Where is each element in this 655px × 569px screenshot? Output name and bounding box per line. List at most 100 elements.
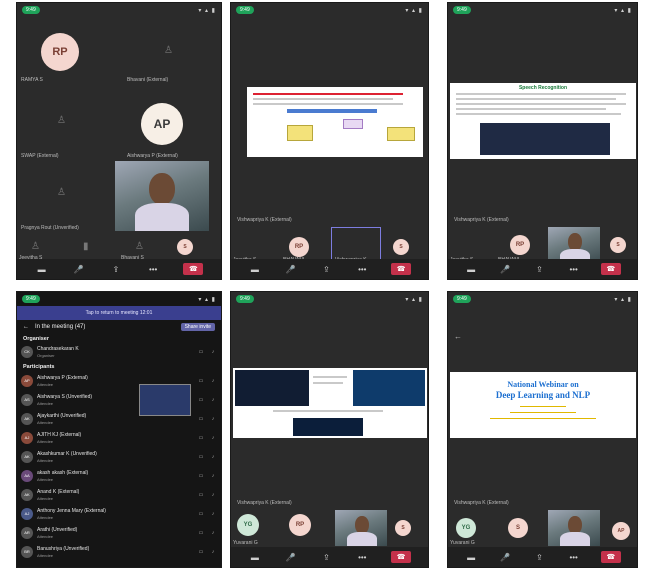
person-icon: ♙: [31, 241, 40, 252]
slide-title: Speech Recognition: [518, 85, 568, 91]
participant-name: Anand K (External): [37, 488, 80, 495]
slide-line: [490, 418, 596, 419]
end-call-button[interactable]: ☎: [183, 263, 204, 275]
call-time-pill: 9:49: [22, 6, 40, 14]
participant-video[interactable]: [548, 227, 600, 263]
back-icon[interactable]: ←: [454, 332, 462, 341]
participant-role: Attendee: [37, 495, 54, 501]
avatar-small[interactable]: S: [177, 239, 193, 255]
end-call-button[interactable]: ☎: [391, 551, 412, 563]
avatar-ap[interactable]: AP: [612, 522, 630, 540]
bottom-label: Yuvarani G: [450, 540, 475, 546]
participants-header: ← In the meeting (47) Share invite: [17, 320, 221, 334]
camera-icon[interactable]: ▬: [248, 552, 262, 563]
phone-shared-slide: 9:49 ▾ ▴ ▮ Vishwapriya K (External) RP S…: [230, 2, 429, 280]
share-icon[interactable]: ⇪: [109, 264, 123, 275]
slide-image: [353, 370, 425, 406]
mic-icon[interactable]: 🎤: [284, 264, 298, 275]
mic-icon: ♪: [211, 453, 215, 460]
mic-icon[interactable]: 🎤: [72, 264, 86, 275]
avatar: AS: [21, 393, 33, 406]
end-call-button[interactable]: ☎: [391, 263, 412, 275]
participant-video[interactable]: [548, 510, 600, 546]
participant-row[interactable]: AR Arathi (Unverified) Attendee ▭ ♪: [21, 524, 217, 541]
floating-preview[interactable]: [139, 384, 191, 416]
avatar-rp[interactable]: RP: [41, 33, 79, 71]
mic-icon[interactable]: 🎤: [498, 552, 512, 563]
participants-title: In the meeting (47): [35, 324, 86, 330]
person-icon: ▮: [83, 241, 89, 252]
person-icon: ♙: [164, 45, 173, 56]
shared-screen[interactable]: [233, 368, 427, 438]
person-icon: ♙: [57, 187, 66, 198]
end-call-button[interactable]: ☎: [600, 263, 621, 275]
participant-video[interactable]: [335, 510, 387, 546]
camera-icon[interactable]: ▬: [248, 264, 262, 275]
share-icon[interactable]: ⇪: [532, 264, 546, 275]
avatar-yg[interactable]: YG: [456, 518, 476, 538]
status-bar: 9:49 ▾ ▴ ▮: [17, 3, 221, 17]
camera-icon[interactable]: ▬: [464, 264, 478, 275]
more-icon[interactable]: •••: [355, 264, 369, 275]
mic-icon: ♪: [211, 529, 215, 536]
call-time-pill: 9:49: [453, 295, 471, 303]
avatar-s[interactable]: S: [508, 518, 528, 538]
participant-row[interactable]: AA akash akash (External) Attendee ▭ ♪: [21, 467, 217, 484]
avatar-s[interactable]: S: [610, 237, 626, 253]
mic-icon[interactable]: 🎤: [498, 264, 512, 275]
face: [149, 173, 175, 205]
call-time-pill: 9:49: [236, 6, 254, 14]
organiser-row[interactable]: CK Chandrasekaran K Organiser ▭ ♪: [21, 343, 217, 360]
avatar-s[interactable]: S: [395, 520, 411, 536]
status-icons: ▾ ▴ ▮: [614, 296, 632, 303]
participant-row[interactable]: AK Anand K (External) Attendee ▭ ♪: [21, 486, 217, 503]
participant-name: AJITH KJ (External): [37, 431, 82, 438]
shared-screen[interactable]: National Webinar on Deep Learning and NL…: [450, 372, 636, 438]
avatar-rp[interactable]: RP: [510, 235, 530, 255]
phone-participants: 9:49 ▾ ▴ ▮ Tap to return to meeting 12:0…: [16, 291, 222, 568]
avatar-rp[interactable]: RP: [289, 237, 309, 257]
share-icon[interactable]: ⇪: [319, 264, 333, 275]
slide-image: [235, 370, 309, 406]
participant-name: Banushriya (Unverified): [37, 545, 90, 552]
presenter-label: Vishwapriya K (External): [454, 217, 509, 223]
avatar-yg[interactable]: YG: [237, 514, 259, 536]
more-icon[interactable]: •••: [355, 552, 369, 563]
participant-name: Chandrasekaran K: [37, 345, 79, 352]
participant-row[interactable]: AJ Anthony Jenna Mary (External) Attendee ▭…: [21, 505, 217, 522]
more-icon[interactable]: •••: [146, 264, 160, 275]
participant-row[interactable]: AJ AJITH KJ (External) Attendee ▭ ♪: [21, 429, 217, 446]
avatar-s[interactable]: S: [393, 239, 409, 255]
participant-name: Aishwarya P (External): [37, 374, 88, 381]
mic-icon: ♪: [211, 472, 215, 479]
slide-title-line2: Deep Learning and NLP: [495, 390, 591, 400]
camera-icon[interactable]: ▬: [35, 264, 49, 275]
phone-gallery-view: 9:49 ▾ ▴ ▮ RP RAMYA S ♙ Bhavani (Externa…: [16, 2, 222, 280]
avatar: AP: [21, 374, 33, 387]
avatar-rp[interactable]: RP: [289, 514, 311, 536]
camera-icon[interactable]: ▬: [464, 552, 478, 563]
phone-image-slide: 9:49 ▾ ▴ ▮ Vishwapriya K (External) YG R…: [230, 291, 429, 568]
return-banner[interactable]: Tap to return to meeting 12:01: [17, 306, 221, 320]
share-invite-button[interactable]: Share invite: [180, 323, 215, 331]
share-icon[interactable]: ⇪: [532, 552, 546, 563]
participant-role: Attendee: [37, 552, 54, 558]
participant-row[interactable]: BR Banushriya (Unverified) Attendee ▭ ♪: [21, 543, 217, 560]
participant-row[interactable]: AK Akashkumar K (Unverified) Attendee ▭ ♪: [21, 448, 217, 465]
avatar-ap[interactable]: AP: [141, 103, 183, 145]
share-icon[interactable]: ⇪: [319, 552, 333, 563]
call-toolbar: ▬ 🎤 ⇪ ••• ☎: [17, 259, 221, 279]
more-icon[interactable]: •••: [567, 552, 581, 563]
back-icon[interactable]: ←: [23, 324, 29, 330]
video-icon: ▭: [198, 472, 204, 479]
shared-screen[interactable]: [247, 87, 423, 157]
status-icons: ▾ ▴ ▮: [614, 7, 632, 14]
mic-icon[interactable]: 🎤: [284, 552, 298, 563]
end-call-button[interactable]: ☎: [600, 551, 621, 563]
shirt: [560, 532, 590, 546]
more-icon[interactable]: •••: [567, 264, 581, 275]
participant-name: akash akash (External): [37, 469, 89, 476]
shared-screen[interactable]: Speech Recognition: [450, 83, 636, 159]
self-video[interactable]: [115, 161, 209, 231]
slide-image: [293, 418, 363, 436]
